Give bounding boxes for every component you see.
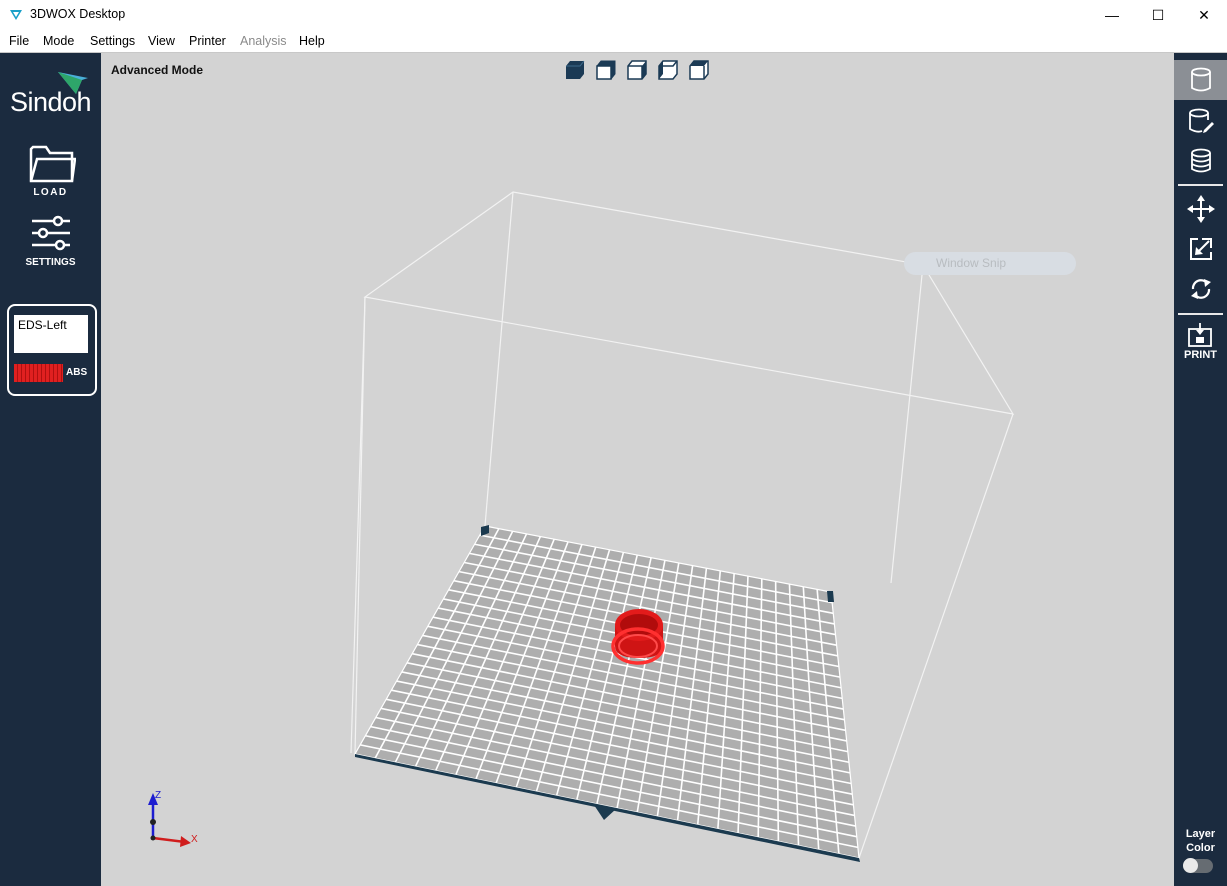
menu-settings[interactable]: Settings xyxy=(90,34,135,48)
object-tool-button[interactable] xyxy=(1174,60,1227,100)
object-edit-icon xyxy=(1188,108,1214,133)
axis-indicator: Z X xyxy=(148,790,198,847)
move-button[interactable] xyxy=(1174,189,1227,229)
x-axis-label: X xyxy=(191,834,198,845)
brand-name: Sindoh xyxy=(10,87,92,117)
layer-color-label-line1: Layer xyxy=(1185,828,1216,840)
print-label: PRINT xyxy=(1184,349,1217,361)
object-edit-button[interactable] xyxy=(1174,101,1227,141)
layer-color-label-line2: Color xyxy=(1186,842,1215,854)
extruder-name: EDS-Left xyxy=(14,315,88,353)
load-button[interactable]: LOAD xyxy=(0,141,101,201)
window-snip-overlay[interactable]: Window Snip xyxy=(904,252,1076,275)
material-type: ABS xyxy=(66,367,88,378)
material-color-bar xyxy=(14,364,63,382)
layers-button[interactable] xyxy=(1174,141,1227,181)
layer-color-toggle[interactable] xyxy=(1183,858,1213,873)
minimize-button[interactable]: — xyxy=(1089,0,1135,30)
folder-icon xyxy=(29,145,76,183)
close-button[interactable]: ✕ xyxy=(1181,0,1227,30)
maximize-button[interactable]: ☐ xyxy=(1135,0,1181,30)
object-icon xyxy=(1190,67,1211,92)
toggle-knob xyxy=(1183,858,1198,873)
menu-bar: File Mode Settings View Printer Analysis… xyxy=(0,30,1227,53)
print-icon xyxy=(1188,323,1212,347)
scale-button[interactable] xyxy=(1174,229,1227,269)
menu-mode[interactable]: Mode xyxy=(43,34,74,48)
material-selector[interactable]: EDS-Left ABS xyxy=(7,304,97,396)
left-sidebar: Sindoh LOAD SETTINGS EDS-Left ABS xyxy=(0,53,101,886)
menu-view[interactable]: View xyxy=(148,34,175,48)
app-logo-icon xyxy=(10,10,22,20)
scale-icon xyxy=(1189,238,1212,260)
rotate-button[interactable] xyxy=(1174,269,1227,309)
toolbar-divider xyxy=(1178,313,1223,315)
title-bar: 3DWOX Desktop — ☐ ✕ xyxy=(0,0,1227,30)
3d-viewport[interactable]: Advanced Mode Z X Window Snip xyxy=(101,53,1174,886)
build-plate xyxy=(354,525,860,862)
layers-icon xyxy=(1190,148,1211,173)
load-label: LOAD xyxy=(33,187,68,198)
settings-button[interactable]: SETTINGS xyxy=(0,213,101,269)
settings-label: SETTINGS xyxy=(25,257,76,268)
menu-help[interactable]: Help xyxy=(299,34,325,48)
menu-printer[interactable]: Printer xyxy=(189,34,226,48)
rotate-icon xyxy=(1190,279,1211,299)
right-toolbar: PRINT Layer Color xyxy=(1174,53,1227,886)
toolbar-divider xyxy=(1178,184,1223,186)
z-axis-label: Z xyxy=(155,790,161,801)
menu-file[interactable]: File xyxy=(9,34,29,48)
window-title: 3DWOX Desktop xyxy=(30,7,126,21)
print-button[interactable]: PRINT xyxy=(1174,319,1227,365)
sliders-icon xyxy=(32,215,70,251)
build-volume-scene[interactable]: Z X xyxy=(101,53,1174,886)
move-icon xyxy=(1186,195,1215,223)
menu-analysis: Analysis xyxy=(240,34,287,48)
